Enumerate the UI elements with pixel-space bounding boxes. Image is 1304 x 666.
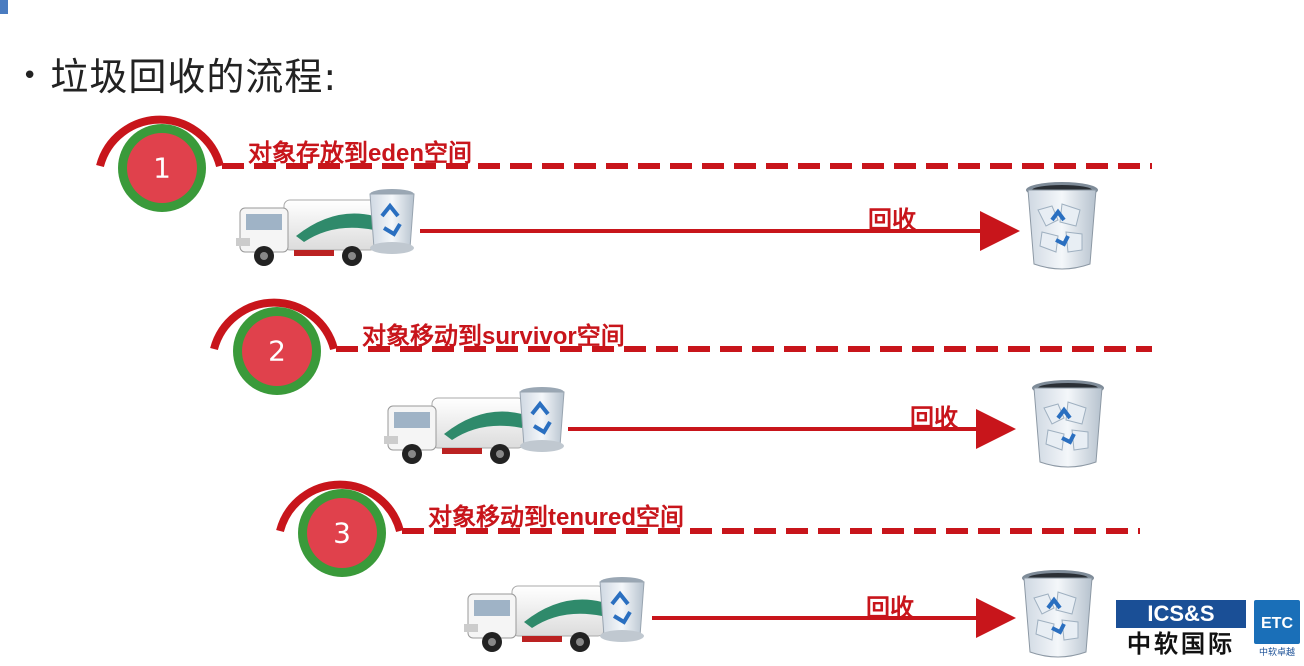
recycle-bin-small-icon bbox=[599, 577, 645, 642]
step-3-graphics bbox=[276, 480, 1140, 638]
logo-sub-text: 中软国际 bbox=[1127, 631, 1235, 658]
logo-main-text: ICS&S bbox=[1116, 600, 1246, 628]
step-3-action-label: 回收 bbox=[866, 594, 914, 622]
logo-badge-text: ETC bbox=[1254, 600, 1300, 644]
recycle-bin-full-icon bbox=[1022, 570, 1094, 658]
step-3-label: 对象移动到tenured空间 bbox=[428, 504, 685, 531]
step-3: 3 对象移动到tenured空间 回收 bbox=[0, 0, 1304, 666]
step-3-number: 3 bbox=[333, 516, 351, 550]
company-logo: ICS&S 中软国际 ETC 中软卓越 bbox=[1116, 598, 1302, 664]
logo-badge-sub: 中软卓越 bbox=[1258, 648, 1295, 658]
